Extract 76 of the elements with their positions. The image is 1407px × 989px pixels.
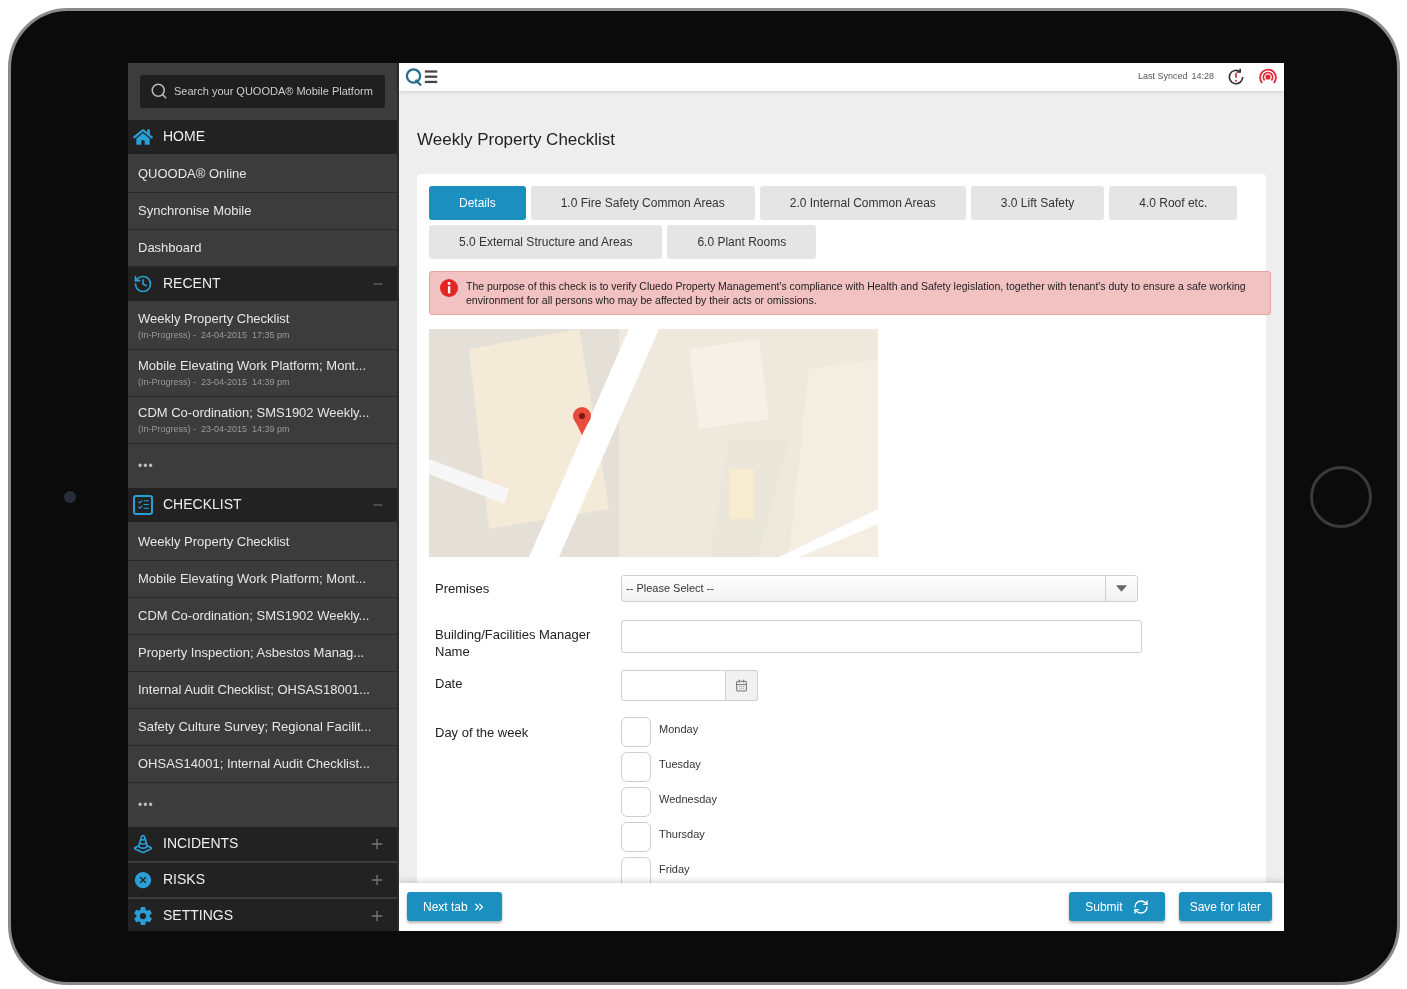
search-field[interactable]: Search your QUOODA® Mobile Platform <box>140 74 385 108</box>
sidebar-item[interactable]: Weekly Property Checklist <box>128 523 397 561</box>
sidebar-item[interactable]: QUOODA® Online <box>128 155 397 193</box>
sidebar-item[interactable]: Property Inspection; Asbestos Manag... <box>128 634 397 672</box>
sidebar-item[interactable]: Mobile Elevating Work Platform; Mont... (In-Progress) - 23-04-2015 14:39 pm <box>128 349 397 397</box>
home-icon <box>133 126 153 147</box>
sync-icon <box>1132 898 1149 915</box>
sidebar-item[interactable]: Safety Culture Survey; Regional Facilit... <box>128 708 397 746</box>
item-status: (In-Progress) - 23-04-2015 14:39 pm <box>138 375 291 389</box>
section-title: RECENT <box>163 274 222 293</box>
premises-select[interactable]: -- Please Select -- <box>621 575 1138 602</box>
section-title: RISKS <box>163 870 206 889</box>
sidebar-item[interactable]: Weekly Property Checklist (In-Progress) - 24-04-2015 17:35 pm <box>128 302 397 350</box>
date-field[interactable] <box>621 670 726 701</box>
checkbox[interactable] <box>621 717 651 747</box>
text-field[interactable] <box>621 620 1142 653</box>
page-title: Weekly Property Checklist <box>417 128 617 151</box>
save-for-later-button[interactable]: Save for later <box>1178 892 1272 921</box>
home-button[interactable] <box>1309 465 1372 528</box>
field-label: Premises <box>435 580 491 597</box>
tab[interactable]: 2.0 Internal Common Areas <box>759 186 966 220</box>
more-link[interactable]: ••• <box>138 795 154 814</box>
next-tab-button[interactable]: Next tab <box>407 892 502 921</box>
caret-icon <box>1116 585 1127 592</box>
field-label: Date <box>435 675 464 692</box>
info-icon <box>440 279 458 297</box>
last-synced-label: Last Synced <box>1137 69 1188 83</box>
section-header[interactable]: INCIDENTS <box>128 826 397 861</box>
section-header[interactable]: RISKS <box>128 862 397 897</box>
checkbox[interactable] <box>621 787 651 817</box>
sidebar-item[interactable]: CDM Co-ordination; SMS1902 Weekly... (In-Progress) - 23-04-2015 14:39 pm <box>128 396 397 444</box>
field-label: Day of the week <box>435 724 530 741</box>
section-title: CHECKLIST <box>163 495 243 514</box>
tab[interactable]: 4.0 Roof etc. <box>1109 186 1238 220</box>
tab[interactable]: 6.0 Plant Rooms <box>667 225 817 259</box>
checkbox[interactable] <box>621 857 651 883</box>
item-status: (In-Progress) - 24-04-2015 17:35 pm <box>138 328 291 342</box>
sidebar-item[interactable]: Dashboard <box>128 229 397 267</box>
section-header[interactable]: RECENT <box>128 266 397 301</box>
checkbox-label: Wednesday <box>659 792 717 807</box>
checkbox[interactable] <box>621 752 651 782</box>
more-link[interactable]: ••• <box>138 456 154 475</box>
tab[interactable]: 5.0 External Structure and Areas <box>429 225 663 259</box>
sidebar-item[interactable]: Internal Audit Checklist; OHSAS18001... <box>128 671 397 709</box>
section-header[interactable]: SETTINGS <box>128 898 397 931</box>
history-icon <box>133 273 153 294</box>
search-icon <box>150 82 168 100</box>
sidebar-item[interactable]: Synchronise Mobile <box>128 192 397 230</box>
checkbox-label: Friday <box>659 862 690 877</box>
checkbox-label: Tuesday <box>659 757 701 772</box>
calendar-icon <box>735 679 748 692</box>
section-title: INCIDENTS <box>163 834 240 853</box>
sidebar-item[interactable]: OHSAS14001; Internal Audit Checklist... <box>128 745 397 783</box>
section-title: HOME <box>163 127 206 146</box>
tab[interactable]: Details <box>429 186 526 220</box>
sidebar-item[interactable]: Mobile Elevating Work Platform; Mont... <box>128 560 397 598</box>
checkbox[interactable] <box>621 822 651 852</box>
section-header[interactable]: CHECKLIST <box>128 487 397 522</box>
item-status: (In-Progress) - 23-04-2015 14:39 pm <box>138 422 291 436</box>
traffic-cone-icon <box>133 833 153 854</box>
checklist-icon <box>133 494 153 515</box>
alert-text: The purpose of this check is to verify Cluedo Property Management's compliance with Health and Safety legislation, together with tenant's duty to ensure a safe working environment for all persons who may be affected by their acts or omissions. <box>466 279 1247 307</box>
checkbox-label: Thursday <box>659 827 705 842</box>
section-header[interactable]: HOME <box>128 119 397 154</box>
section-title: SETTINGS <box>163 906 234 925</box>
submit-button[interactable]: Submit <box>1069 892 1165 921</box>
tab[interactable]: 3.0 Lift Safety <box>970 186 1105 220</box>
settings-icon <box>133 905 153 926</box>
sidebar-item[interactable]: CDM Co-ordination; SMS1902 Weekly... <box>128 597 397 635</box>
sync-alert-icon[interactable] <box>1226 66 1246 87</box>
tab[interactable]: 1.0 Fire Safety Common Areas <box>530 186 755 220</box>
field-label: Building/Facilities Manager Name <box>435 626 592 660</box>
camera-icon <box>63 490 76 503</box>
calendar-button[interactable] <box>726 670 758 701</box>
last-synced-time: 14:28 <box>1191 69 1214 83</box>
checkbox-label: Monday <box>659 722 699 737</box>
